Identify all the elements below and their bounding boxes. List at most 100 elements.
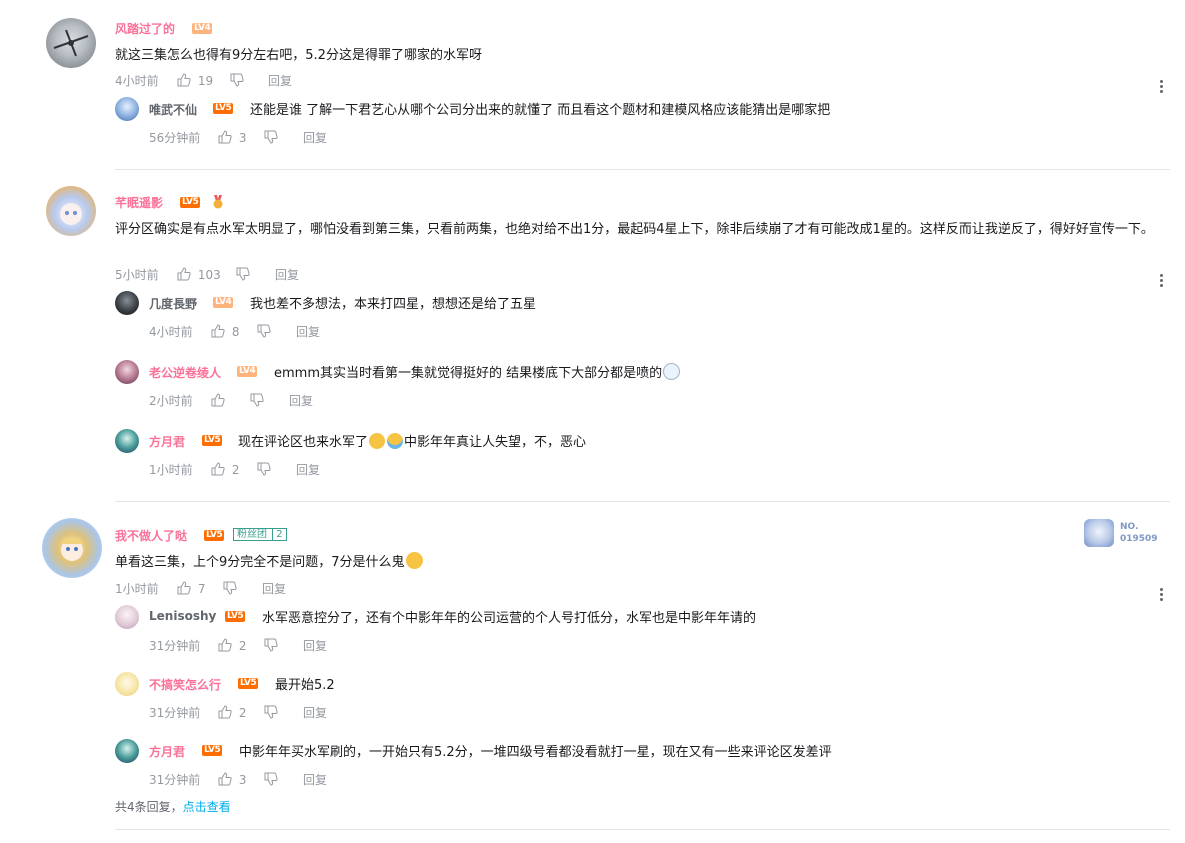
level-badge: LV5 <box>202 745 223 756</box>
timestamp: 1小时前 <box>115 582 159 596</box>
thumbs-down-icon <box>257 462 271 476</box>
avatar[interactable] <box>46 186 96 236</box>
thumbs-up-icon <box>211 462 225 476</box>
level-badge: LV4 <box>213 297 234 308</box>
reply-button[interactable]: 回复 <box>275 267 299 283</box>
username[interactable]: 老公逆卷绫人 <box>149 364 221 381</box>
timestamp: 4小时前 <box>115 74 159 88</box>
username[interactable]: 我不做人了哒 <box>115 527 187 544</box>
level-badge: LV5 <box>204 530 225 541</box>
badge-no: NO. <box>1120 522 1139 532</box>
reply-text: emmm其实当时看第一集就觉得挺好的 结果楼底下大部分都是喷的 <box>274 362 681 381</box>
level-badge: LV5 <box>180 197 201 208</box>
dislike-button[interactable] <box>223 581 237 597</box>
reply-text-content: emmm其实当时看第一集就觉得挺好的 结果楼底下大部分都是喷的 <box>274 366 663 381</box>
like-count: 2 <box>238 706 247 720</box>
fan-club-level: 2 <box>272 529 283 540</box>
reply-button[interactable]: 回复 <box>303 705 327 721</box>
view-more-replies: 共4条回复，点击查看 <box>115 798 231 815</box>
thumbs-up-icon <box>177 73 191 87</box>
username[interactable]: 唯武不仙 <box>149 101 197 118</box>
reply-button[interactable]: 回复 <box>289 393 313 409</box>
level-badge: LV5 <box>225 611 246 622</box>
dislike-button[interactable] <box>236 267 250 283</box>
more-options-icon[interactable] <box>1154 586 1168 606</box>
like-button[interactable] <box>211 393 225 409</box>
thumbs-down-icon <box>257 324 271 338</box>
medal-icon <box>212 194 224 209</box>
reply-button[interactable]: 回复 <box>303 130 327 146</box>
like-count: 7 <box>197 582 206 596</box>
dislike-button[interactable] <box>264 130 278 146</box>
badge-number: 019509 <box>1120 534 1158 544</box>
avatar[interactable] <box>115 429 139 453</box>
reply-text: 中影年年买水军刷的，一开始只有5.2分，一堆四级号看都没看就打一星，现在又有一些… <box>239 745 832 760</box>
reply-button[interactable]: 回复 <box>296 324 320 340</box>
like-button[interactable]: 8 <box>211 324 239 340</box>
dislike-button[interactable] <box>230 73 244 89</box>
thumbs-up-icon <box>177 581 191 595</box>
shocked-emoji-icon <box>405 552 423 569</box>
dislike-button[interactable] <box>250 393 264 409</box>
like-count: 8 <box>231 325 240 339</box>
dislike-button[interactable] <box>264 638 278 654</box>
like-button[interactable]: 103 <box>177 267 221 283</box>
crying-emoji-icon <box>387 433 404 449</box>
avatar[interactable] <box>115 97 139 121</box>
username[interactable]: 方月君 <box>149 433 185 450</box>
username[interactable]: 风踏过了的 <box>115 20 175 37</box>
like-button[interactable]: 19 <box>177 73 213 89</box>
avatar[interactable] <box>115 672 139 696</box>
dislike-button[interactable] <box>264 705 278 721</box>
like-button[interactable]: 2 <box>211 462 239 478</box>
more-options-icon[interactable] <box>1154 78 1168 98</box>
thumbs-down-icon <box>264 130 278 144</box>
reply-text: 最开始5.2 <box>275 678 335 693</box>
username[interactable]: 方月君 <box>149 743 185 760</box>
reply-button[interactable]: 回复 <box>303 638 327 654</box>
username[interactable]: Lenisoshy <box>149 609 216 623</box>
timestamp: 4小时前 <box>149 325 193 339</box>
comment-text-content: 单看这三集，上个9分完全不是问题，7分是什么鬼 <box>115 555 405 570</box>
like-button[interactable]: 3 <box>218 772 246 788</box>
reply-button[interactable]: 回复 <box>303 772 327 788</box>
username[interactable]: 芊眠遥影 <box>115 194 163 211</box>
reply-text: 水军恶意控分了，还有个中影年年的公司运营的个人号打低分，水军也是中影年年请的 <box>262 611 757 626</box>
view-more-prefix: 共4条回复， <box>115 800 183 814</box>
dislike-button[interactable] <box>257 324 271 340</box>
like-count: 3 <box>238 131 247 145</box>
reply-button[interactable]: 回复 <box>296 462 320 478</box>
reply-button[interactable]: 回复 <box>262 581 286 597</box>
like-button[interactable]: 7 <box>177 581 205 597</box>
comment-text: 评分区确实是有点水军太明显了，哪怕没看到第三集，只看前两集，也绝对给不出1分，最… <box>115 222 1154 237</box>
timestamp: 1小时前 <box>149 463 193 477</box>
more-options-icon[interactable] <box>1154 272 1168 292</box>
thumbs-down-icon <box>223 581 237 595</box>
like-button[interactable]: 2 <box>218 638 246 654</box>
like-button[interactable]: 2 <box>218 705 246 721</box>
collector-badge: NO. 019509 <box>1084 519 1164 547</box>
dislike-button[interactable] <box>264 772 278 788</box>
thumbs-down-icon <box>236 267 250 281</box>
avatar[interactable] <box>115 360 139 384</box>
like-count: 2 <box>231 463 240 477</box>
reply-button[interactable]: 回复 <box>268 73 292 89</box>
username[interactable]: 不搞笑怎么行 <box>149 676 221 693</box>
view-more-link[interactable]: 点击查看 <box>183 800 231 814</box>
divider <box>115 829 1170 830</box>
avatar[interactable] <box>115 291 139 315</box>
divider <box>115 501 1170 502</box>
avatar[interactable] <box>115 739 139 763</box>
thumbs-up-icon <box>218 705 232 719</box>
avatar[interactable] <box>115 605 139 629</box>
timestamp: 31分钟前 <box>149 639 201 653</box>
laughing-emoji-icon <box>663 363 681 380</box>
dislike-button[interactable] <box>257 462 271 478</box>
character-avatar-icon <box>60 203 82 225</box>
username[interactable]: 几度長野 <box>149 295 197 312</box>
like-button[interactable]: 3 <box>218 130 246 146</box>
avatar[interactable] <box>42 518 102 578</box>
collector-avatar-icon <box>1084 519 1114 547</box>
reply-text-part: 中影年年真让人失望，不，恶心 <box>404 435 587 450</box>
avatar[interactable] <box>46 18 96 68</box>
